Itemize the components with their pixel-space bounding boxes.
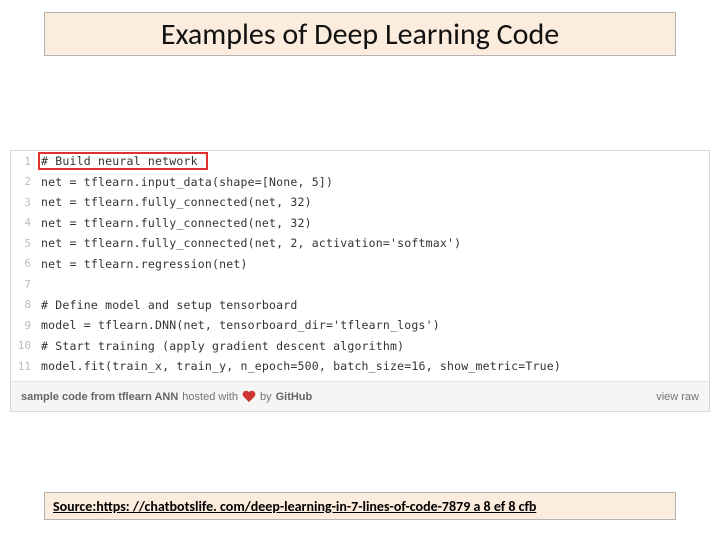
code-row: 5 net = tflearn.fully_connected(net, 2, …	[11, 233, 709, 254]
code-row: 3 net = tflearn.fully_connected(net, 32)	[11, 192, 709, 213]
code-line: net = tflearn.input_data(shape=[None, 5]…	[41, 175, 333, 189]
slide-title: Examples of Deep Learning Code	[161, 16, 559, 53]
code-line: net = tflearn.fully_connected(net, 2, ac…	[41, 236, 461, 250]
heart-icon	[242, 391, 256, 403]
code-area: 1 # Build neural network 2 net = tflearn…	[11, 151, 709, 381]
code-line: model = tflearn.DNN(net, tensorboard_dir…	[41, 318, 440, 332]
gist-by: by	[260, 391, 272, 403]
source-box: Source: https: //chatbotslife. com/deep-…	[44, 492, 676, 520]
code-line: model.fit(train_x, train_y, n_epoch=500,…	[41, 359, 561, 373]
gist-hosted-with: hosted with	[182, 391, 238, 403]
gist-filename[interactable]: sample code from tflearn ANN	[21, 391, 178, 403]
code-line: net = tflearn.fully_connected(net, 32)	[41, 216, 312, 230]
line-number: 6	[11, 257, 41, 270]
line-number: 11	[11, 360, 41, 373]
line-number: 2	[11, 175, 41, 188]
line-number: 5	[11, 237, 41, 250]
line-number: 8	[11, 298, 41, 311]
line-number: 1	[11, 155, 41, 168]
code-row: 11 model.fit(train_x, train_y, n_epoch=5…	[11, 356, 709, 377]
line-number: 3	[11, 196, 41, 209]
line-number: 7	[11, 278, 41, 291]
code-line: # Define model and setup tensorboard	[41, 298, 297, 312]
gist-footer-left: sample code from tflearn ANN hosted with…	[21, 391, 312, 403]
code-row: 1 # Build neural network	[11, 151, 709, 172]
title-box: Examples of Deep Learning Code	[44, 12, 676, 56]
source-label: Source:	[53, 498, 96, 515]
code-row: 7	[11, 274, 709, 295]
code-block: 1 # Build neural network 2 net = tflearn…	[10, 150, 710, 412]
code-line: net = tflearn.regression(net)	[41, 257, 248, 271]
code-row: 6 net = tflearn.regression(net)	[11, 254, 709, 275]
code-line: net = tflearn.fully_connected(net, 32)	[41, 195, 312, 209]
code-line: # Build neural network	[41, 154, 198, 168]
code-line: # Start training (apply gradient descent…	[41, 339, 404, 353]
source-url[interactable]: https: //chatbotslife. com/deep-learning…	[96, 498, 536, 515]
view-raw-link[interactable]: view raw	[656, 391, 699, 403]
slide: Examples of Deep Learning Code 1 # Build…	[0, 0, 720, 540]
line-number: 4	[11, 216, 41, 229]
gist-footer: sample code from tflearn ANN hosted with…	[11, 381, 709, 411]
line-number: 10	[11, 339, 41, 352]
code-row: 10 # Start training (apply gradient desc…	[11, 336, 709, 357]
code-row: 4 net = tflearn.fully_connected(net, 32)	[11, 213, 709, 234]
code-row: 9 model = tflearn.DNN(net, tensorboard_d…	[11, 315, 709, 336]
line-number: 9	[11, 319, 41, 332]
code-row: 8 # Define model and setup tensorboard	[11, 295, 709, 316]
gist-host[interactable]: GitHub	[276, 391, 313, 403]
code-row: 2 net = tflearn.input_data(shape=[None, …	[11, 172, 709, 193]
